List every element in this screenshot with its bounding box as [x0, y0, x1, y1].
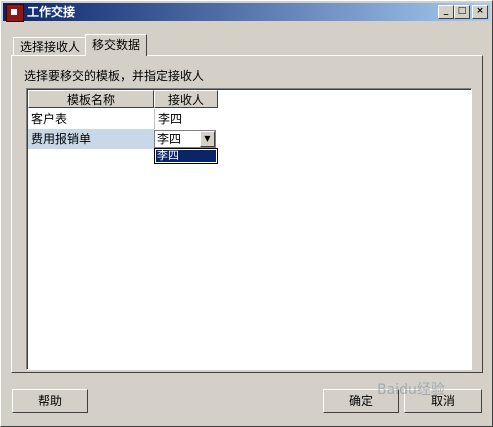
receiver-combobox-value: 李四	[157, 132, 182, 146]
template-cell[interactable]: 费用报销单	[28, 129, 154, 149]
tab-select-receiver[interactable]: 选择接收人	[13, 37, 88, 56]
close-button[interactable]: ×	[472, 5, 488, 19]
cancel-button[interactable]: 取消	[404, 389, 482, 413]
ok-button[interactable]: 确定	[323, 389, 399, 413]
receiver-cell[interactable]: 李四	[154, 109, 218, 129]
maximize-button[interactable]: □	[454, 5, 470, 19]
tab-panel: 选择要移交的模板，并指定接收人 模板名称 接收人 客户表 李四 费用报销单 李四…	[11, 55, 483, 373]
column-header-receiver[interactable]: 接收人	[154, 90, 218, 108]
receiver-dropdown-list: 李四	[154, 148, 218, 164]
title-bar[interactable]: 工作交接 _ □ ×	[3, 3, 490, 22]
dialog-window: 工作交接 _ □ × 选择接收人 移交数据 选择要移交的模板，并指定接收人 模板…	[0, 0, 493, 427]
receiver-combobox[interactable]: 李四 ▼	[154, 130, 216, 148]
template-grid[interactable]: 模板名称 接收人 客户表 李四 费用报销单 李四 ▼ 李四	[26, 88, 472, 370]
help-button[interactable]: 帮助	[12, 389, 88, 413]
template-cell[interactable]: 客户表	[28, 109, 154, 129]
tab-transfer-data[interactable]: 移交数据	[85, 34, 148, 56]
minimize-button[interactable]: _	[438, 5, 454, 19]
instruction-text: 选择要移交的模板，并指定接收人	[24, 69, 205, 83]
dropdown-option[interactable]: 李四	[156, 150, 216, 162]
chevron-down-icon[interactable]: ▼	[200, 131, 215, 147]
window-title: 工作交接	[27, 5, 76, 19]
app-icon	[6, 4, 24, 22]
column-header-template[interactable]: 模板名称	[28, 90, 154, 108]
